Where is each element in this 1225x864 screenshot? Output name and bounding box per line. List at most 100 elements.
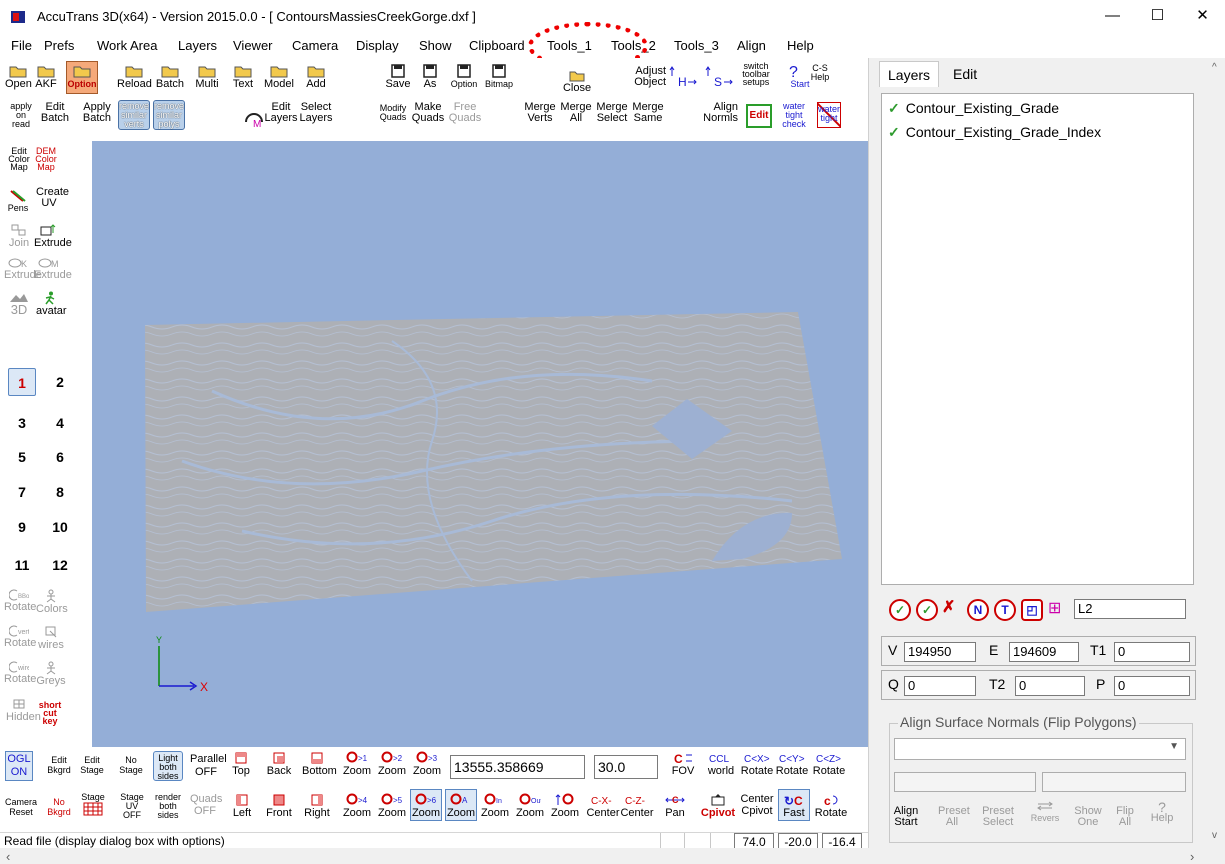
- layer-item[interactable]: ✓ Contour_Existing_Grade_Index: [888, 124, 1101, 141]
- layer-item[interactable]: ✓ Contour_Existing_Grade: [888, 100, 1059, 117]
- save-option-button[interactable]: Option: [448, 64, 480, 90]
- stage-grid-button[interactable]: Stage: [80, 793, 106, 817]
- toggle-check-icon[interactable]: ✗: [942, 597, 955, 617]
- zoom-in-button[interactable]: In Zoom: [480, 793, 510, 819]
- zoom-6-button[interactable]: >6 Zoom: [410, 789, 442, 821]
- parallel-off-button[interactable]: Parallel OFF: [190, 753, 227, 779]
- ogl-on-button[interactable]: OGL ON: [5, 751, 33, 781]
- top-view-button[interactable]: Top: [230, 751, 252, 777]
- uncheck-all-icon[interactable]: ✓: [916, 599, 938, 621]
- adjust-object-button[interactable]: Adjust Object: [630, 66, 666, 88]
- view-slot-8[interactable]: 8: [46, 478, 74, 506]
- fov-button[interactable]: C FOV: [668, 751, 698, 777]
- quads-off-button[interactable]: Quads OFF: [190, 793, 222, 817]
- center-cpivot-button[interactable]: Center Cpivot: [740, 793, 774, 817]
- make-quads-button[interactable]: Make Quads: [411, 102, 445, 124]
- menu-layers[interactable]: Layers: [178, 38, 217, 53]
- maximize-button[interactable]: ☐: [1135, 0, 1180, 32]
- align-dropdown[interactable]: ▼: [894, 738, 1186, 760]
- zoom-updown-button[interactable]: Zoom: [550, 793, 580, 819]
- tab-edit[interactable]: Edit: [945, 61, 985, 87]
- camera-reset-button[interactable]: Camera Reset: [5, 797, 37, 817]
- fov-input[interactable]: 30.0: [594, 755, 658, 779]
- help-question-icon[interactable]: ?: [787, 62, 807, 80]
- zoom-3-button[interactable]: >3 Zoom: [412, 751, 442, 777]
- merge-all-button[interactable]: Merge All: [558, 102, 594, 124]
- edit-stage-button[interactable]: Edit Stage: [78, 755, 106, 775]
- wires-rotate-button[interactable]: wires Rotate: [4, 661, 36, 685]
- vertical-scrollbar[interactable]: ^ v: [1208, 58, 1225, 848]
- 3d-button[interactable]: 3D: [4, 291, 34, 316]
- save-as-button[interactable]: As: [418, 64, 442, 90]
- no-bkgrd-button[interactable]: No Bkgrd: [45, 797, 73, 817]
- greys-button[interactable]: Greys: [36, 661, 66, 687]
- revers-button[interactable]: Revers: [1030, 800, 1060, 824]
- scroll-right-icon[interactable]: ›: [1190, 849, 1194, 864]
- menu-work-area[interactable]: Work Area: [97, 38, 157, 53]
- view-slot-11[interactable]: 11: [8, 551, 36, 579]
- s-arrows-icon[interactable]: S: [704, 64, 734, 92]
- edit-color-map-button[interactable]: Edit Color Map: [8, 147, 30, 172]
- left-view-button[interactable]: Left: [230, 793, 254, 819]
- 3d-viewport[interactable]: X Y: [92, 141, 868, 747]
- view-slot-2[interactable]: 2: [46, 368, 74, 396]
- align-field-2[interactable]: [1042, 772, 1186, 792]
- remove-similar-polys-button[interactable]: remove similar polys: [153, 100, 185, 130]
- view-slot-5[interactable]: 5: [8, 443, 36, 471]
- zoom-all-button[interactable]: A Zoom: [445, 789, 477, 821]
- rotate-z-button[interactable]: C<Z> Rotate: [812, 751, 846, 777]
- short-cut-key-button[interactable]: short cut key: [36, 701, 64, 726]
- view-slot-6[interactable]: 6: [46, 443, 74, 471]
- stage-uv-off-button[interactable]: Stage UV OFF: [118, 793, 146, 820]
- view-slot-3[interactable]: 3: [8, 409, 36, 437]
- rotate-x-button[interactable]: C<X> Rotate: [740, 751, 774, 777]
- tab-layers[interactable]: Layers: [879, 61, 940, 87]
- layer-tree-icon[interactable]: ⊞: [1048, 598, 1061, 618]
- light-both-sides-button[interactable]: Light both sides: [153, 751, 183, 781]
- view-slot-10[interactable]: 10: [46, 513, 74, 541]
- select-layers-button[interactable]: Select Layers: [298, 102, 334, 124]
- render-both-sides-button[interactable]: render both sides: [153, 793, 183, 820]
- wires-button[interactable]: wires: [36, 625, 66, 651]
- akf-button[interactable]: AKF: [33, 64, 59, 90]
- apply-batch-button[interactable]: Apply Batch: [80, 102, 114, 124]
- extrude-button[interactable]: Extrude: [34, 223, 72, 249]
- zoom-4-button[interactable]: >4 Zoom: [342, 793, 372, 819]
- menu-tools-3[interactable]: Tools_3: [674, 38, 719, 53]
- edit-mesh-button[interactable]: Edit: [746, 104, 772, 128]
- h-arrows-icon[interactable]: H: [668, 64, 698, 92]
- merge-select-button[interactable]: Merge Select: [594, 102, 630, 124]
- close-file-button[interactable]: Close: [559, 70, 595, 94]
- view-slot-1[interactable]: 1: [8, 368, 36, 396]
- multi-button[interactable]: Multi: [193, 64, 221, 90]
- scroll-up-icon[interactable]: ^: [1212, 62, 1217, 73]
- zoom-2-button[interactable]: >2 Zoom: [377, 751, 407, 777]
- back-view-button[interactable]: Back: [264, 751, 294, 777]
- new-layer-icon[interactable]: N: [967, 599, 989, 621]
- check-all-icon[interactable]: ✓: [889, 599, 911, 621]
- pens-button[interactable]: Pens: [6, 189, 30, 213]
- merge-verts-button[interactable]: Merge Verts: [522, 102, 558, 124]
- menu-prefs[interactable]: Prefs: [44, 38, 74, 53]
- horizontal-scrollbar[interactable]: ‹ ›: [0, 848, 1225, 864]
- batch-button[interactable]: Batch: [153, 64, 187, 90]
- remove-similar-verts-button[interactable]: remove similar verts: [118, 100, 150, 130]
- modify-quads-button[interactable]: Modify Quads: [376, 104, 410, 122]
- no-stage-button[interactable]: No Stage: [118, 755, 144, 775]
- hidden-button[interactable]: Hidden: [6, 697, 41, 723]
- menu-align[interactable]: Align: [737, 38, 766, 53]
- add-button[interactable]: Add: [302, 64, 330, 90]
- rotate-button[interactable]: c Rotate: [814, 793, 848, 819]
- menu-camera[interactable]: Camera: [292, 38, 338, 53]
- join-button[interactable]: Join: [6, 223, 32, 249]
- preset-all-button[interactable]: Preset All: [938, 806, 970, 828]
- extrude-k-button[interactable]: K Extrude: [4, 257, 42, 281]
- bbox-rotate-button[interactable]: BBox Rotate: [4, 589, 36, 613]
- zoom-5-button[interactable]: >5 Zoom: [377, 793, 407, 819]
- switch-toolbar-setups-button[interactable]: switch toolbar setups: [741, 62, 771, 87]
- layer-count-field[interactable]: L2: [1074, 599, 1186, 619]
- align-start-button[interactable]: Align Start: [892, 806, 920, 828]
- text-button[interactable]: Text: [228, 64, 258, 90]
- apply-on-read-button[interactable]: apply on read: [6, 102, 36, 129]
- menu-display[interactable]: Display: [356, 38, 399, 53]
